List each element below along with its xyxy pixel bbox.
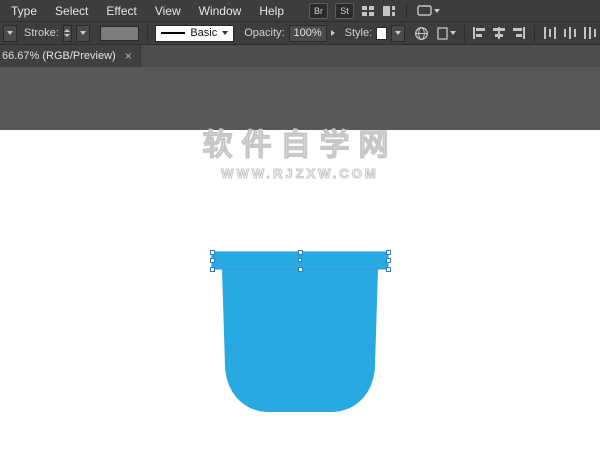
- selection-handle[interactable]: [298, 267, 303, 272]
- opacity-panel-arrow-icon[interactable]: [331, 30, 335, 36]
- chevron-down-icon: [450, 31, 456, 35]
- menu-bar-icons: Br St: [309, 3, 440, 19]
- distribute-right-button[interactable]: [583, 26, 597, 40]
- stroke-weight-stepper[interactable]: [63, 25, 72, 42]
- stepper-up-icon: [64, 29, 70, 32]
- bucket-body-shape[interactable]: [212, 269, 388, 414]
- control-divider: [464, 25, 465, 42]
- publish-online-icon[interactable]: [414, 26, 429, 41]
- opacity-value-field[interactable]: 100%: [289, 25, 327, 42]
- document-tab-bar: 66.67% (RGB/Preview) ×: [0, 45, 600, 67]
- width-profile-dropdown[interactable]: [100, 26, 139, 41]
- selection-handle[interactable]: [210, 250, 215, 255]
- distribute-left-button[interactable]: [543, 26, 557, 40]
- distribute-center-button[interactable]: [563, 26, 577, 40]
- brush-name-label: Basic: [190, 27, 217, 39]
- menu-type[interactable]: Type: [2, 0, 46, 22]
- stroke-label: Stroke:: [24, 27, 59, 39]
- distribute-buttons-group: [543, 26, 597, 40]
- arrange-documents-icon[interactable]: [361, 5, 375, 17]
- close-icon[interactable]: ×: [125, 49, 132, 63]
- control-divider: [147, 25, 148, 42]
- canvas-area[interactable]: 软件自学网 WWW.RJZXW.COM: [0, 67, 600, 468]
- appearance-proxy-dropdown[interactable]: [3, 25, 17, 42]
- align-right-button[interactable]: [512, 26, 526, 40]
- opacity-label: Opacity:: [244, 27, 284, 39]
- align-buttons-group: [472, 26, 526, 40]
- chevron-down-icon: [395, 31, 401, 35]
- menu-divider: [406, 3, 407, 18]
- selection-handle[interactable]: [298, 250, 303, 255]
- stock-icon[interactable]: St: [335, 3, 354, 19]
- menu-view[interactable]: View: [146, 0, 190, 22]
- chevron-down-icon: [80, 31, 86, 35]
- graphic-style-swatch[interactable]: [376, 27, 387, 40]
- align-left-button[interactable]: [472, 26, 486, 40]
- selection-center-point: [298, 258, 302, 262]
- graphic-style-dropdown[interactable]: [391, 25, 405, 42]
- selection-handle[interactable]: [210, 267, 215, 272]
- control-divider: [534, 25, 535, 42]
- menu-bar: Type Select Effect View Window Help Br S…: [0, 0, 600, 22]
- selection-handle[interactable]: [386, 250, 391, 255]
- chevron-down-icon: [7, 31, 13, 35]
- document-tab-title: 66.67% (RGB/Preview): [2, 50, 116, 62]
- screen-mode-icon[interactable]: [417, 5, 440, 16]
- watermark-line1: 软件自学网: [0, 129, 600, 163]
- bridge-icon[interactable]: Br: [309, 3, 328, 19]
- control-bar: Stroke: Basic Opacity: 100% Style:: [0, 22, 600, 45]
- selection-handle[interactable]: [386, 267, 391, 272]
- watermark: 软件自学网 WWW.RJZXW.COM: [0, 129, 600, 182]
- document-setup-button[interactable]: [437, 27, 456, 40]
- menu-effect[interactable]: Effect: [97, 0, 145, 22]
- stepper-down-icon: [64, 34, 70, 37]
- stroke-weight-dropdown[interactable]: [76, 25, 90, 42]
- document-tab[interactable]: 66.67% (RGB/Preview) ×: [0, 45, 141, 67]
- brush-stroke-preview: [161, 32, 185, 34]
- chevron-down-icon: [222, 31, 228, 35]
- pasteboard: [0, 67, 600, 130]
- menu-window[interactable]: Window: [190, 0, 251, 22]
- watermark-line2: WWW.RJZXW.COM: [0, 165, 600, 182]
- style-label: Style:: [345, 27, 373, 39]
- illustrator-window: Type Select Effect View Window Help Br S…: [0, 0, 600, 468]
- chevron-down-icon: [434, 9, 440, 13]
- workspace-switcher-icon[interactable]: [382, 5, 396, 17]
- menu-help[interactable]: Help: [250, 0, 293, 22]
- selection-handle[interactable]: [210, 258, 215, 263]
- selection-handle[interactable]: [386, 258, 391, 263]
- menu-select[interactable]: Select: [46, 0, 97, 22]
- align-center-button[interactable]: [492, 26, 506, 40]
- brush-definition-dropdown[interactable]: Basic: [155, 25, 234, 42]
